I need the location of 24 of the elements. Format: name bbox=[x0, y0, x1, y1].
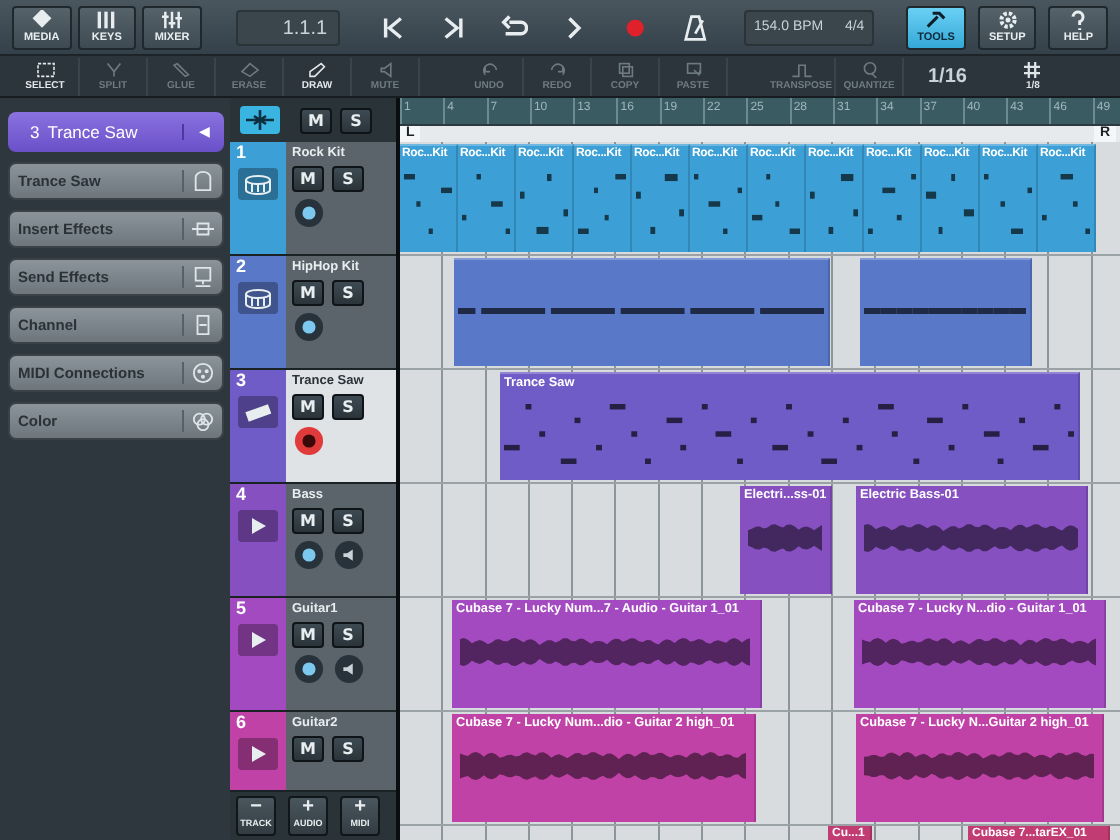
track-mute-toggle[interactable]: M bbox=[292, 394, 324, 420]
quantize-value[interactable]: 1/16 bbox=[928, 65, 967, 87]
track-solo-toggle[interactable]: S bbox=[332, 166, 364, 192]
track-mute-toggle[interactable]: M bbox=[292, 736, 324, 762]
track-solo-toggle[interactable]: S bbox=[332, 736, 364, 762]
track-number: 5 bbox=[236, 598, 247, 620]
track-number: 4 bbox=[236, 484, 247, 506]
track-number: 3 bbox=[30, 122, 40, 142]
track-mute-toggle[interactable]: M bbox=[292, 166, 324, 192]
track-number: 6 bbox=[236, 712, 247, 734]
track-solo-toggle[interactable]: S bbox=[332, 280, 364, 306]
solo-all-button[interactable]: S bbox=[340, 107, 372, 133]
track-mute-toggle[interactable]: M bbox=[292, 280, 324, 306]
track-mute-toggle[interactable]: M bbox=[292, 622, 324, 648]
track-solo-toggle[interactable]: S bbox=[332, 508, 364, 534]
track-number: 3 bbox=[236, 370, 247, 392]
mute-all-button[interactable]: M bbox=[300, 107, 332, 133]
track-name: Trance Saw bbox=[47, 122, 140, 142]
track-solo-toggle[interactable]: S bbox=[332, 394, 364, 420]
position-display: 1.1.1 bbox=[235, 9, 340, 45]
track-number: 2 bbox=[236, 256, 247, 278]
track-mute-toggle[interactable]: M bbox=[292, 508, 324, 534]
track-solo-toggle[interactable]: S bbox=[332, 622, 364, 648]
track-number: 1 bbox=[236, 142, 247, 164]
